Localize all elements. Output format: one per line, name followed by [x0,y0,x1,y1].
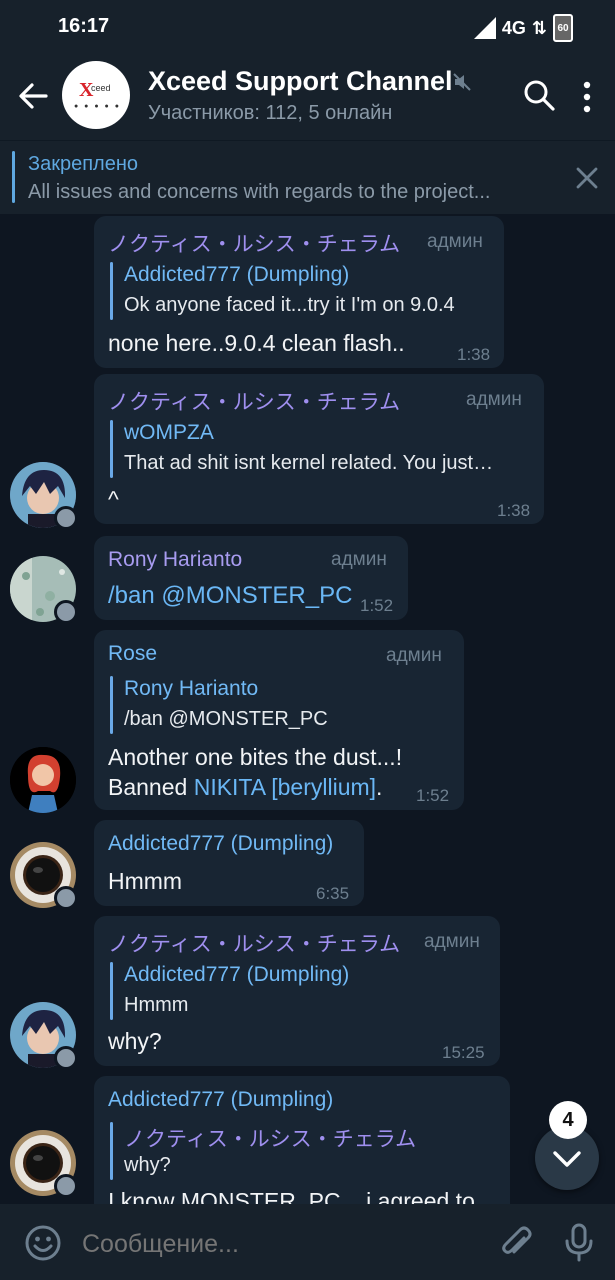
message-bubble[interactable]: Addicted777 (Dumpling) ノクティス・ルシス・チェラム wh… [94,1076,510,1204]
paperclip-icon[interactable] [498,1224,534,1262]
reply-accent-bar [110,262,113,320]
online-status-dot [54,1046,78,1070]
message-sender[interactable]: ノクティス・ルシス・チェラム [108,928,400,958]
message-time: 1:38 [497,501,531,520]
reply-text: /ban @MONSTER_PC [124,708,328,730]
online-status-dot [54,506,78,530]
user-mention-link[interactable]: NIKITA [beryllium] [194,774,376,800]
online-status-dot [54,600,78,624]
message-text-line2: Banned NIKITA [beryllium]. [108,774,382,801]
message-bubble[interactable]: ノクティス・ルシス・チェラム админ Addicted777 (Dumpli… [94,916,500,1066]
reply-sender[interactable]: wOMPZA [124,421,214,445]
message-time: 1:52 [416,786,450,805]
message-time: 1:38 [457,345,491,364]
channel-title[interactable]: Xceed Support Channel [148,66,453,97]
unread-count-badge[interactable]: 4 [549,1101,587,1139]
message-bubble[interactable]: ノクティス・ルシス・チェラム админ Addicted777 (Dumpli… [94,216,504,368]
reply-sender[interactable]: Rony Harianto [124,677,258,701]
message-input[interactable] [82,1226,472,1262]
admin-badge: админ [331,549,387,570]
message-sender[interactable]: Rose [108,642,157,666]
message-text: why? [108,1028,162,1054]
channel-member-count: Участников: 112, 5 онлайн [148,102,393,124]
battery-icon: 60 [553,14,573,42]
message-bubble[interactable]: Rony Harianto админ /ban @MONSTER_PC 1:5… [94,536,408,620]
search-icon[interactable] [522,78,556,112]
logo-dots: ● ● ● ● ● [74,103,121,110]
reply-text: That ad shit isnt kernel related. You ju… [124,452,494,474]
reply-sender[interactable]: Addicted777 (Dumpling) [124,963,349,987]
reply-text: Ok anyone faced it...try it I'm on 9.0.4 [124,294,455,316]
message-sender[interactable]: ノクティス・ルシス・チェラム [108,228,400,258]
admin-badge: админ [386,645,442,666]
chat-header: X ceed ● ● ● ● ● Xceed Support Channel У… [0,52,615,140]
admin-badge: админ [424,931,480,952]
message-text: I know MONSTER_PC....i agreed to [108,1188,475,1204]
status-indicators: 4G ⇅ 60 [473,14,573,42]
channel-avatar[interactable]: X ceed ● ● ● ● ● [62,61,130,129]
reply-sender[interactable]: Addicted777 (Dumpling) [124,263,349,287]
status-time: 16:17 [58,15,110,37]
message-time: 1:52 [360,596,394,615]
banned-prefix: Banned [108,774,194,800]
status-bar: 16:17 4G ⇅ 60 [0,0,615,52]
message-bubble[interactable]: Addicted777 (Dumpling) Hmmm 6:35 [94,820,364,906]
reply-text: Hmmm [124,994,189,1016]
battery-level: 60 [557,22,569,34]
pinned-accent-bar [12,151,15,203]
reply-accent-bar [110,1122,113,1180]
muted-speaker-icon [453,73,471,91]
message-sender[interactable]: ノクティス・ルシス・チェラム [108,386,400,416]
message-text: Hmmm [108,868,183,894]
more-vertical-icon[interactable] [580,80,594,114]
message-text-line1: Another one bites the dust...! [108,744,403,770]
close-icon[interactable] [574,165,600,191]
message-text: none here..9.0.4 clean flash.. [108,330,405,356]
back-arrow-icon[interactable] [16,78,52,114]
network-type: 4G [501,17,526,38]
message-bubble[interactable]: ノクティス・ルシス・チェラム админ wOMPZA That ad shit… [94,374,544,524]
message-sender[interactable]: Rony Harianto [108,548,242,572]
rose-bot-avatar-icon [10,747,76,813]
message-sender[interactable]: Addicted777 (Dumpling) [108,1088,333,1112]
reply-sender[interactable]: ノクティス・ルシス・チェラム [124,1123,416,1153]
admin-badge: админ [466,389,522,410]
reply-accent-bar [110,420,113,478]
message-sender[interactable]: Addicted777 (Dumpling) [108,832,333,856]
emoji-icon[interactable] [24,1224,62,1262]
user-avatar[interactable] [10,747,76,813]
message-time: 6:35 [316,884,350,903]
message-text: ^ [108,486,119,512]
message-input-bar [0,1204,615,1280]
pinned-text: All issues and concerns with regards to … [28,181,491,203]
online-status-dot [54,1174,78,1198]
signal-icon [473,17,496,39]
reply-text: why? [124,1154,171,1176]
admin-badge: админ [427,231,483,252]
pinned-message-bar[interactable]: Закреплено All issues and concerns with … [0,140,615,215]
banned-suffix: . [376,774,383,800]
message-bubble[interactable]: Rose админ Rony Harianto /ban @MONSTER_P… [94,630,464,810]
microphone-icon[interactable] [562,1222,596,1262]
reply-accent-bar [110,676,113,734]
online-status-dot [54,886,78,910]
message-time: 15:25 [442,1043,485,1062]
message-list[interactable]: ノクティス・ルシス・チェラム админ Addicted777 (Dumpli… [0,214,615,1204]
reply-accent-bar [110,962,113,1020]
command-link[interactable]: /ban @MONSTER_PC [108,582,352,610]
pinned-label: Закреплено [28,153,138,175]
logo-text: ceed [91,83,111,93]
data-arrows-icon: ⇅ [531,17,547,38]
